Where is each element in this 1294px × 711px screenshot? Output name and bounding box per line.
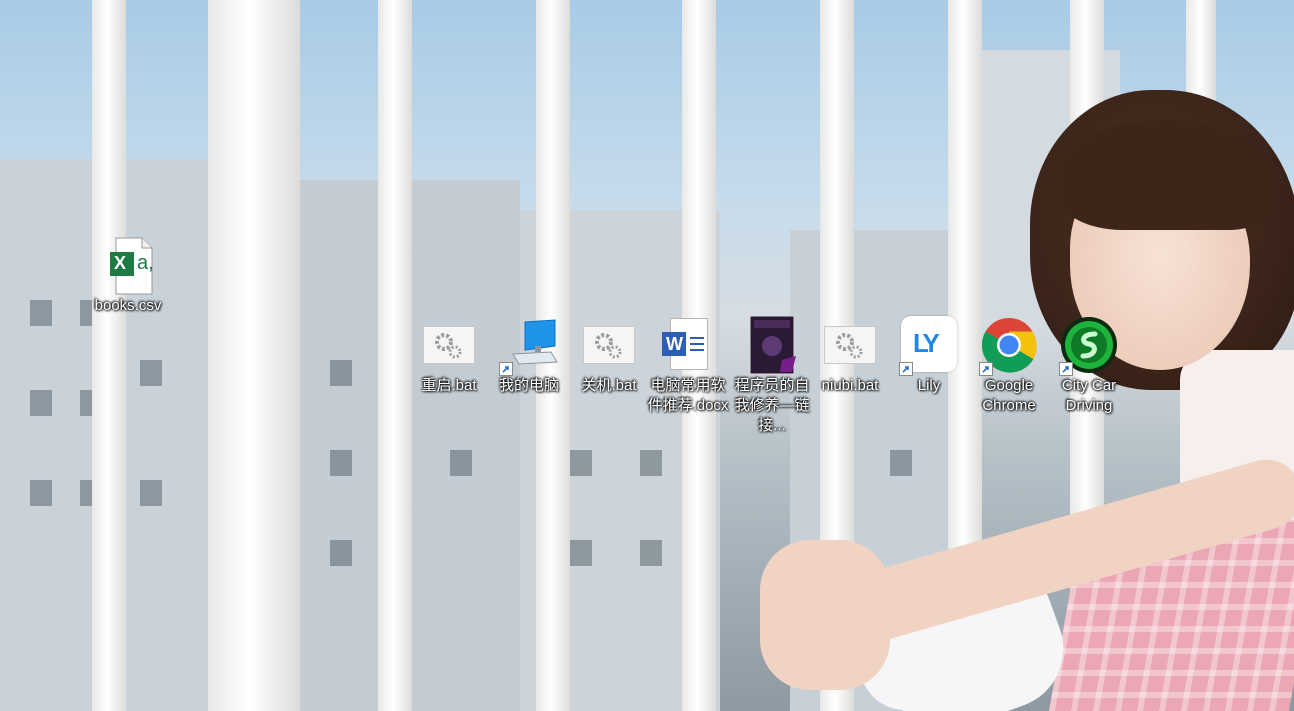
desktop-icon-label: niubi.bat xyxy=(821,377,879,394)
batch-file-gear-icon xyxy=(419,316,479,376)
desktop-icon-lily[interactable]: LY Lily xyxy=(889,316,969,396)
shortcut-arrow-icon xyxy=(499,362,513,376)
desktop-icon-niubi-bat[interactable]: niubi.bat xyxy=(810,316,890,396)
desktop-icon-city-car-driving[interactable]: City Car Driving xyxy=(1049,316,1129,416)
railing-bar xyxy=(378,0,412,711)
shortcut-arrow-icon xyxy=(979,362,993,376)
csv-file-icon: X a, xyxy=(98,236,158,296)
chrome-icon xyxy=(979,316,1039,376)
shortcut-arrow-icon xyxy=(899,362,913,376)
shortcut-arrow-icon xyxy=(1059,362,1073,376)
desktop-icon-my-computer[interactable]: 我的电脑 xyxy=(489,316,569,396)
desktop-icon-google-chrome[interactable]: Google Chrome xyxy=(969,316,1049,416)
desktop-icon-books-csv[interactable]: X a, books.csv xyxy=(88,236,168,316)
desktop-icon-label: 电脑常用软件推荐.docx xyxy=(647,377,729,414)
ebook-cover-icon xyxy=(742,315,802,376)
desktop-icon-restart-bat[interactable]: 重启.bat xyxy=(409,316,489,396)
desktop-icon-software-docx[interactable]: W 电脑常用软件推荐.docx xyxy=(646,316,730,416)
computer-icon xyxy=(499,316,559,376)
desktop-icon-label: 程序员的自我修养—链接... xyxy=(734,377,810,434)
desktop-icon-label: books.csv xyxy=(94,297,162,314)
batch-file-gear-icon xyxy=(820,316,880,376)
desktop-icon-label: Google Chrome xyxy=(982,377,1036,414)
desktop-icon-label: City Car Driving xyxy=(1061,377,1117,414)
desktop-icon-label: 我的电脑 xyxy=(498,377,559,394)
word-document-icon: W xyxy=(658,316,718,376)
batch-file-gear-icon xyxy=(579,316,639,376)
desktop-icon-shutdown-bat[interactable]: 关机.bat xyxy=(569,316,649,396)
railing-bar xyxy=(92,0,126,711)
railing-bar xyxy=(208,0,300,711)
wallpaper-person-bangs xyxy=(1060,120,1270,230)
desktop-icon-label: 重启.bat xyxy=(421,377,477,394)
lily-app-icon: LY xyxy=(899,316,959,376)
desktop-icon-programmer-book[interactable]: 程序员的自我修养—链接... xyxy=(730,315,814,436)
desktop-icon-label: Lily xyxy=(917,377,941,394)
city-car-driving-icon xyxy=(1059,316,1119,376)
desktop-icon-label: 关机.bat xyxy=(581,377,637,394)
wallpaper-person-arm xyxy=(760,540,890,690)
